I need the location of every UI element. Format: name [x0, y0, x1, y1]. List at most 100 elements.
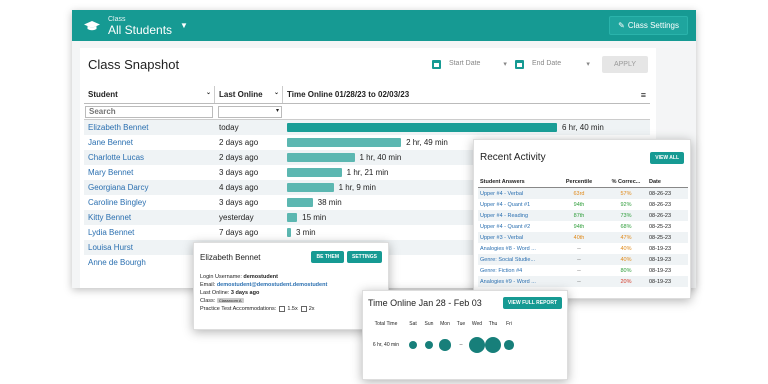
page-title: Class Snapshot — [88, 56, 180, 72]
day-label: Mon — [440, 321, 450, 327]
end-date-field[interactable]: End Date ▾ — [528, 60, 594, 68]
time-online-header: Time Online Jan 28 - Feb 03 VIEW FULL RE… — [363, 291, 567, 309]
class-selector[interactable]: Class All Students — [108, 16, 172, 36]
time-dot[interactable] — [408, 340, 418, 350]
time-dot[interactable] — [424, 340, 434, 350]
percentile-cell: 94th — [573, 223, 585, 230]
last-online-cell: 2 days ago — [219, 153, 259, 162]
time-online-bar — [287, 123, 557, 132]
student-name-link[interactable]: Jane Bennet — [84, 138, 215, 147]
time-online-bar — [287, 198, 313, 207]
column-last-online-label: Last Online — [219, 90, 263, 99]
last-online-cell: 3 days ago — [219, 168, 259, 177]
sort-icon[interactable]: ⌄ — [274, 89, 279, 96]
day-cell — [421, 340, 437, 350]
percentile-cell: -- — [577, 245, 581, 252]
last-online-cell: today — [219, 123, 239, 132]
answer-link[interactable]: Upper #4 - Quant #1 — [478, 202, 552, 208]
time-dot[interactable] — [439, 339, 451, 351]
username-value: demostudent — [243, 274, 278, 280]
view-all-button[interactable]: VIEW ALL — [650, 151, 684, 164]
start-date-field[interactable]: Start Date ▾ — [445, 60, 511, 68]
last-online-value: 3 days ago — [230, 290, 260, 296]
answer-link[interactable]: Genre: Social Studie... — [478, 257, 552, 263]
percentile-cell: 87th — [573, 212, 585, 219]
answer-link[interactable]: Genre: Fiction #4 — [478, 268, 552, 274]
time-online-card: Time Online Jan 28 - Feb 03 VIEW FULL RE… — [362, 290, 568, 380]
student-info: Login Username: demostudent Email: demos… — [194, 263, 388, 313]
time-online-label: 3 min — [296, 228, 316, 237]
edit-icon: ✎ — [618, 21, 625, 30]
answer-link[interactable]: Upper #4 - Quant #2 — [478, 224, 552, 230]
time-dot[interactable] — [469, 337, 485, 353]
last-online-cell: 2 days ago — [219, 138, 259, 147]
student-name: Elizabeth Bennet — [200, 252, 261, 262]
chevron-down-icon[interactable]: ▼ — [180, 21, 188, 30]
time-online-bar — [287, 138, 402, 147]
day-cell — [501, 340, 517, 350]
checkbox-1-5x[interactable] — [279, 305, 286, 312]
column-time-online: Time Online 01/28/23 to 02/03/23 ≡ — [283, 86, 650, 103]
time-dot[interactable] — [485, 337, 501, 353]
screenshot-stage: Class All Students ▼ ✎ Class Settings Cl… — [0, 0, 768, 384]
student-name-link[interactable]: Mary Bennet — [84, 168, 215, 177]
view-full-report-button[interactable]: VIEW FULL REPORT — [502, 297, 562, 309]
time-online-bar — [287, 153, 355, 162]
email-label: Email: — [200, 282, 216, 288]
filter-row: ▾ — [84, 104, 650, 120]
answer-link[interactable]: Analogies #9 - Word ... — [478, 279, 552, 285]
time-online-title: Time Online Jan 28 - Feb 03 — [368, 298, 482, 308]
student-name-link[interactable]: Elizabeth Bennet — [84, 123, 215, 132]
checkbox-2x[interactable] — [300, 305, 307, 312]
column-date[interactable]: Date — [646, 179, 688, 185]
last-online-filter[interactable]: ▾ — [218, 105, 282, 118]
day-label: Tue — [456, 321, 466, 327]
time-online-label: 38 min — [317, 198, 342, 207]
menu-icon[interactable]: ≡ — [641, 90, 646, 100]
student-name-link[interactable]: Lydia Bennet — [84, 228, 215, 237]
student-name-link[interactable]: Caroline Bingley — [84, 198, 215, 207]
date-cell: 08-19-23 — [649, 278, 672, 285]
class-settings-button[interactable]: ✎ Class Settings — [609, 16, 688, 35]
sort-icon[interactable]: ⌄ — [206, 89, 211, 96]
column-student-answers[interactable]: Student Answers — [478, 179, 552, 185]
day-dots-row: 6 hr, 40 min -- — [367, 333, 517, 357]
percent-correct-cell: 68% — [620, 223, 632, 230]
time-online-label: 1 hr, 40 min — [359, 153, 402, 162]
percent-correct-cell: 40% — [620, 256, 632, 263]
no-time-dash: -- — [459, 342, 463, 348]
calendar-icon[interactable] — [431, 59, 441, 69]
class-settings-label: Class Settings — [627, 21, 679, 30]
email-link[interactable]: demostudent@demostudent.demostudent — [217, 282, 327, 288]
recent-row: Upper #4 - Quant #1 94th 92% 08-26-23 — [478, 199, 688, 210]
answer-link[interactable]: Upper #4 - Verbal — [478, 191, 552, 197]
column-student[interactable]: Student ⌄ — [84, 86, 215, 103]
time-dot[interactable] — [504, 340, 514, 350]
student-name-link[interactable]: Charlotte Lucas — [84, 153, 215, 162]
total-time-label: Total Time — [374, 321, 398, 327]
day-cell — [485, 337, 501, 353]
student-name-link[interactable]: Georgiana Darcy — [84, 183, 215, 192]
chevron-down-icon: ▾ — [586, 61, 590, 68]
time-online-bar — [287, 183, 334, 192]
column-percentile[interactable]: Percentile — [552, 179, 606, 185]
search-input[interactable] — [85, 105, 213, 118]
table-row: Elizabeth Bennet today 6 hr, 40 min — [84, 120, 650, 135]
date-cell: 08-26-23 — [649, 190, 672, 197]
percent-correct-cell: 47% — [620, 234, 632, 241]
answer-link[interactable]: Analogies #8 - Word ... — [478, 246, 552, 252]
percent-correct-cell: 80% — [620, 267, 632, 274]
column-last-online[interactable]: Last Online ⌄ — [215, 86, 283, 103]
recent-row: Upper #3 - Verbal 40th 47% 08-25-23 — [478, 232, 688, 243]
calendar-icon[interactable] — [514, 59, 524, 69]
percent-correct-cell: 40% — [620, 245, 632, 252]
answer-link[interactable]: Upper #3 - Verbal — [478, 235, 552, 241]
apply-button[interactable]: APPLY — [601, 55, 648, 73]
answer-link[interactable]: Upper #4 - Reading — [478, 213, 552, 219]
time-online-label: 6 hr, 40 min — [562, 123, 604, 132]
be-them-button[interactable]: BE THEM — [311, 251, 344, 263]
column-percent-correct[interactable]: % Correc... — [606, 179, 646, 185]
column-time-online-label: Time Online 01/28/23 to 02/03/23 — [287, 90, 410, 99]
student-settings-button[interactable]: SETTINGS — [346, 251, 382, 263]
student-name-link[interactable]: Kitty Bennet — [84, 213, 215, 222]
